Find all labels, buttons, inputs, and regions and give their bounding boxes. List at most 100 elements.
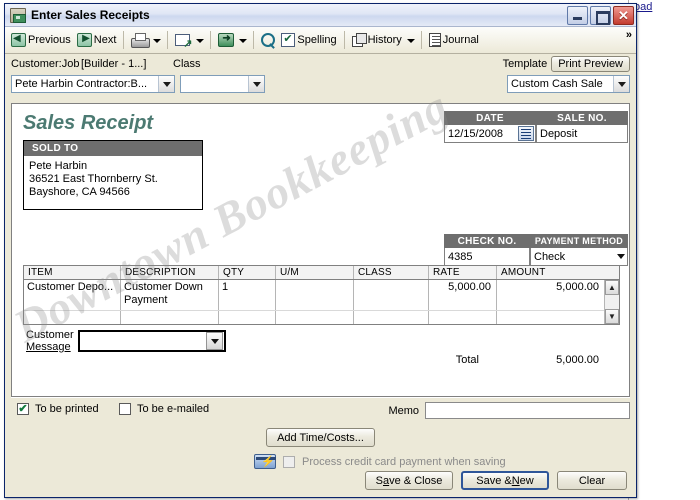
payment-method-header: PAYMENT METHOD <box>530 234 628 248</box>
check-no-header: CHECK NO. <box>444 234 530 248</box>
toolbar-divider <box>123 31 125 49</box>
save-and-close-button[interactable]: Sa ve & Close <box>365 471 453 490</box>
next-arrow-icon <box>76 33 92 47</box>
to-be-printed-checkbox[interactable]: To be printed <box>17 403 99 415</box>
total-row: Total 5,000.00 <box>369 354 619 366</box>
sales-receipt-icon <box>10 7 26 23</box>
customer-job-dropdown[interactable]: Pete Harbin Contractor:B... <box>11 75 175 93</box>
cell-um[interactable] <box>276 280 354 310</box>
print-dropdown-chevron-down-icon[interactable] <box>153 39 162 43</box>
history-button[interactable]: History <box>349 29 405 51</box>
column-header-class[interactable]: CLASS <box>354 266 429 279</box>
previous-button[interactable]: Previous <box>8 29 74 51</box>
chevron-down-icon[interactable] <box>158 76 174 92</box>
sale-no-input[interactable]: Deposit <box>536 125 628 143</box>
send-export-icon <box>218 33 235 47</box>
sales-receipt-form: Sales Receipt SOLD TO Pete Harbin 36521 … <box>11 103 630 397</box>
process-credit-card-label: Process credit card payment when saving <box>302 455 506 468</box>
table-row[interactable] <box>24 310 604 324</box>
send-export-button[interactable] <box>215 29 237 51</box>
column-header-amount[interactable]: AMOUNT <box>497 266 619 279</box>
cell-rate[interactable]: 5,000.00 <box>429 280 497 310</box>
table-scrollbar[interactable]: ▲ ▼ <box>604 280 619 324</box>
cell-description[interactable]: Customer Down Payment <box>121 280 219 310</box>
maximize-button[interactable] <box>590 5 611 25</box>
sold-to-block[interactable]: SOLD TO Pete Harbin 36521 East Thornberr… <box>23 140 203 210</box>
column-header-description[interactable]: DESCRIPTION <box>121 266 219 279</box>
toolbar-divider <box>210 31 212 49</box>
customer-message-label: Customer Message <box>26 329 78 353</box>
cell-qty[interactable]: 1 <box>219 280 276 310</box>
journal-icon <box>428 33 441 47</box>
sold-to-address: Pete Harbin 36521 East Thornberry St. Ba… <box>24 156 202 203</box>
spelling-button-label: Spelling <box>297 34 337 46</box>
date-input[interactable]: 12/15/2008 <box>444 125 536 143</box>
calendar-icon[interactable] <box>518 126 534 141</box>
send-dropdown-chevron-down-icon[interactable] <box>239 39 248 43</box>
history-dropdown-chevron-down-icon[interactable] <box>406 39 415 43</box>
window-title-bar[interactable]: Enter Sales Receipts ✕ <box>5 4 636 27</box>
memo-input[interactable] <box>425 402 630 419</box>
cell-amount[interactable]: 5,000.00 <box>497 280 604 310</box>
toolbar-divider <box>343 31 345 49</box>
spellcheck-icon <box>281 32 296 47</box>
check-no-input[interactable]: 4385 <box>444 248 530 266</box>
receipt-header-area: Customer:Job [Builder - 1...] Class Temp… <box>5 54 636 98</box>
find-icon <box>261 33 276 47</box>
sold-to-header: SOLD TO <box>24 141 202 156</box>
customer-message-label-line2: Message <box>26 341 71 353</box>
chevron-down-icon[interactable] <box>617 254 625 259</box>
clear-button[interactable]: Clear <box>557 471 627 490</box>
minimize-button[interactable] <box>567 5 588 25</box>
cell-item[interactable]: Customer Depo... <box>24 280 121 310</box>
cell-class[interactable] <box>354 280 429 310</box>
chevron-up-icon[interactable]: ▲ <box>605 280 619 295</box>
window-toolbar: Previous Next Spelling <box>5 27 636 54</box>
next-button-label: Next <box>93 34 117 46</box>
chevron-down-icon[interactable] <box>206 332 223 350</box>
to-be-emailed-label: To be e-mailed <box>137 403 210 415</box>
chevron-down-icon[interactable] <box>248 76 264 92</box>
toolbar-overflow-button[interactable]: » <box>626 29 632 41</box>
customer-message-label-line1: Customer <box>26 329 74 341</box>
class-dropdown[interactable] <box>180 75 265 93</box>
column-header-item[interactable]: ITEM <box>24 266 121 279</box>
chevron-down-icon[interactable]: ▼ <box>605 309 619 324</box>
previous-button-label: Previous <box>28 34 71 46</box>
email-button[interactable] <box>172 29 194 51</box>
journal-button-label: Journal <box>442 34 479 46</box>
close-button[interactable]: ✕ <box>613 5 634 25</box>
header-label-row: Customer:Job [Builder - 1...] Class Temp… <box>11 56 630 72</box>
customer-message-group: Customer Message <box>26 329 226 353</box>
save-and-new-button[interactable]: Save & New <box>461 471 549 490</box>
email-icon <box>175 33 192 50</box>
template-value: Custom Cash Sale <box>511 78 603 90</box>
journal-button[interactable]: Journal <box>426 29 482 51</box>
check-payment-fields: CHECK NO. 4385 PAYMENT METHOD Check <box>444 234 628 266</box>
history-icon <box>351 33 367 47</box>
toolbar-divider <box>420 31 422 49</box>
payment-method-dropdown[interactable]: Check <box>530 248 628 266</box>
to-be-emailed-checkbox[interactable]: To be e-mailed <box>119 403 209 415</box>
enter-sales-receipts-window: Enter Sales Receipts ✕ Previous Next <box>4 3 637 498</box>
print-preview-button[interactable]: Print Preview <box>551 56 630 72</box>
spelling-button[interactable]: Spelling <box>278 29 339 51</box>
memo-label: Memo <box>388 404 419 417</box>
column-header-um[interactable]: U/M <box>276 266 354 279</box>
find-button[interactable] <box>258 29 278 51</box>
table-row[interactable]: Customer Depo... Customer Down Payment 1… <box>24 280 604 310</box>
customer-message-dropdown[interactable] <box>78 330 226 352</box>
print-button[interactable] <box>128 29 151 51</box>
column-header-qty[interactable]: QTY <box>219 266 276 279</box>
toolbar-divider <box>167 31 169 49</box>
chevron-down-icon[interactable] <box>613 76 629 92</box>
column-header-rate[interactable]: RATE <box>429 266 497 279</box>
email-dropdown-chevron-down-icon[interactable] <box>196 39 205 43</box>
form-title: Sales Receipt <box>23 112 154 134</box>
sold-to-line-1: Pete Harbin <box>29 160 88 172</box>
checkbox-icon <box>17 403 29 415</box>
add-time-costs-button[interactable]: Add Time/Costs... <box>266 428 375 447</box>
checkbox-icon <box>283 455 295 468</box>
next-button[interactable]: Next <box>74 29 120 51</box>
template-dropdown[interactable]: Custom Cash Sale <box>507 75 630 93</box>
